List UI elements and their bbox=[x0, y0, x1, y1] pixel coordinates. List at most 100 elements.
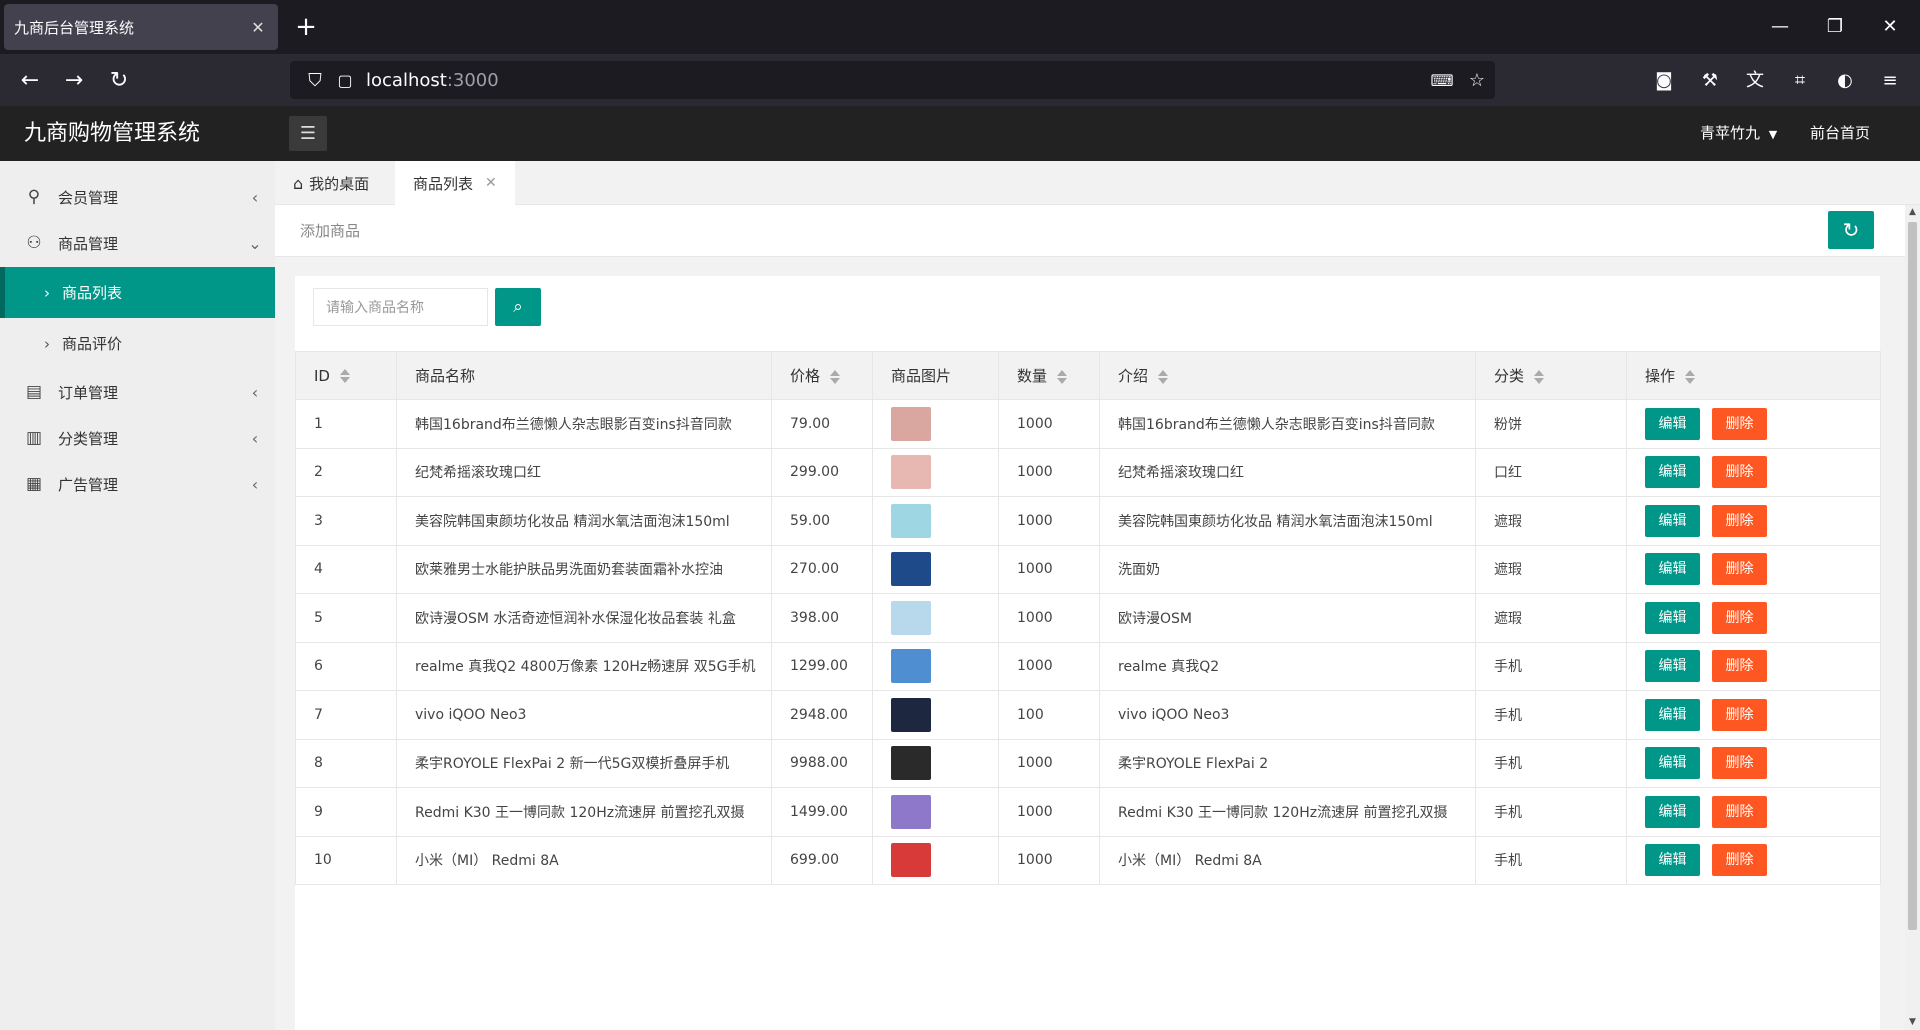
sort-icon[interactable] bbox=[1685, 369, 1696, 385]
cell-image bbox=[872, 399, 999, 449]
back-icon[interactable]: ← bbox=[13, 64, 47, 98]
edit-button[interactable]: 编辑 bbox=[1645, 795, 1700, 828]
user-icon: ⚲ bbox=[27, 187, 41, 207]
scroll-up-icon[interactable]: ▲ bbox=[1905, 205, 1920, 220]
delete-button[interactable]: 删除 bbox=[1712, 844, 1767, 877]
bookmark-star-icon[interactable]: ☆ bbox=[1462, 70, 1492, 91]
product-thumbnail[interactable] bbox=[891, 600, 931, 635]
app-menu-icon[interactable]: ≡ bbox=[1873, 64, 1907, 98]
column-header-price[interactable]: 价格 bbox=[771, 351, 873, 400]
scroll-down-icon[interactable]: ▼ bbox=[1905, 1015, 1920, 1030]
sidebar-item-orders[interactable]: ▤ 订单管理 ‹ bbox=[0, 369, 275, 415]
sidebar: ⚲ 会员管理 ‹ ⚇ 商品管理 ⌄ › 商品列表 › 商品评价 ▤ 订单管理 ‹… bbox=[0, 161, 275, 1030]
column-header-category[interactable]: 分类 bbox=[1475, 351, 1627, 400]
restore-icon[interactable]: ❐ bbox=[1815, 10, 1855, 44]
scrollbar-thumb[interactable] bbox=[1908, 222, 1917, 930]
cell-quantity: 1000 bbox=[998, 545, 1100, 594]
search-input[interactable] bbox=[313, 288, 488, 326]
delete-button[interactable]: 删除 bbox=[1712, 601, 1767, 634]
sort-icon[interactable] bbox=[830, 369, 841, 385]
cell-price: 1499.00 bbox=[771, 787, 873, 837]
wrench-icon[interactable]: ⚒ bbox=[1693, 64, 1727, 98]
cell-actions: 编辑 删除 bbox=[1626, 690, 1881, 740]
url-bar[interactable]: ⛉ ▢ localhost:3000 ⌨ ☆ bbox=[290, 61, 1495, 99]
edit-button[interactable]: 编辑 bbox=[1645, 456, 1700, 489]
sort-icon[interactable] bbox=[339, 368, 350, 384]
product-thumbnail[interactable] bbox=[891, 455, 931, 490]
browser-tabbar: 九商后台管理系统 ✕ + — ❐ ✕ bbox=[0, 0, 1920, 54]
column-header-actions[interactable]: 操作 bbox=[1626, 351, 1881, 400]
delete-button[interactable]: 删除 bbox=[1712, 456, 1767, 489]
cell-intro: vivo iQOO Neo3 bbox=[1099, 690, 1476, 740]
tab-product-list[interactable]: 商品列表 ✕ bbox=[395, 161, 515, 205]
front-home-link[interactable]: 前台首页 bbox=[1810, 106, 1870, 161]
user-menu[interactable]: 青苹竹九 ▼ bbox=[1700, 106, 1777, 161]
close-icon[interactable]: ✕ bbox=[485, 175, 497, 191]
product-thumbnail[interactable] bbox=[891, 794, 931, 829]
column-header-quantity[interactable]: 数量 bbox=[998, 351, 1100, 400]
page-scrollbar[interactable]: ▲ ▼ bbox=[1905, 205, 1920, 1030]
column-header-label: 商品名称 bbox=[415, 367, 476, 385]
new-tab-button[interactable]: + bbox=[292, 10, 320, 44]
column-header-id[interactable]: ID bbox=[295, 351, 397, 400]
edit-button[interactable]: 编辑 bbox=[1645, 698, 1700, 731]
shield-icon[interactable]: ⛉ bbox=[300, 70, 330, 91]
delete-button[interactable]: 删除 bbox=[1712, 650, 1767, 683]
column-header-intro[interactable]: 介绍 bbox=[1099, 351, 1476, 400]
sidebar-item-categories[interactable]: ▥ 分类管理 ‹ bbox=[0, 415, 275, 461]
delete-button[interactable]: 删除 bbox=[1712, 747, 1767, 780]
edit-button[interactable]: 编辑 bbox=[1645, 747, 1700, 780]
delete-button[interactable]: 删除 bbox=[1712, 698, 1767, 731]
sidebar-subitem-product-list[interactable]: › 商品列表 bbox=[0, 267, 275, 318]
edit-button[interactable]: 编辑 bbox=[1645, 553, 1700, 586]
delete-button[interactable]: 删除 bbox=[1712, 553, 1767, 586]
search-button[interactable]: ⌕ bbox=[495, 288, 541, 326]
tab-my-desktop[interactable]: ⌂ 我的桌面 bbox=[275, 161, 387, 205]
product-thumbnail[interactable] bbox=[891, 746, 931, 781]
cell-category: 手机 bbox=[1475, 690, 1627, 740]
pocket-icon[interactable]: ◙ bbox=[1647, 64, 1681, 98]
cell-category: 手机 bbox=[1475, 836, 1627, 885]
sidebar-item-ads[interactable]: ▦ 广告管理 ‹ bbox=[0, 461, 275, 507]
delete-button[interactable]: 删除 bbox=[1712, 504, 1767, 537]
refresh-button[interactable]: ↻ bbox=[1828, 211, 1874, 249]
edit-button[interactable]: 编辑 bbox=[1645, 650, 1700, 683]
delete-button[interactable]: 删除 bbox=[1712, 407, 1767, 440]
reload-icon[interactable]: ↻ bbox=[102, 64, 136, 98]
sidebar-subitem-product-reviews[interactable]: › 商品评价 bbox=[0, 318, 275, 369]
translate-icon[interactable]: ⌨ bbox=[1427, 71, 1457, 90]
product-thumbnail[interactable] bbox=[891, 697, 931, 732]
product-thumbnail[interactable] bbox=[891, 503, 931, 538]
edit-button[interactable]: 编辑 bbox=[1645, 504, 1700, 537]
forward-icon[interactable]: → bbox=[57, 64, 91, 98]
chevron-left-icon: ‹ bbox=[251, 474, 259, 494]
content-toolbar: 添加商品 ↻ bbox=[275, 205, 1905, 257]
browser-tab[interactable]: 九商后台管理系统 ✕ bbox=[4, 4, 278, 50]
sort-icon[interactable] bbox=[1158, 369, 1169, 385]
product-thumbnail[interactable] bbox=[891, 843, 931, 878]
translate-extension-icon[interactable]: 文 bbox=[1738, 64, 1772, 98]
product-thumbnail[interactable] bbox=[891, 649, 931, 684]
minimize-icon[interactable]: — bbox=[1760, 10, 1800, 44]
page-icon[interactable]: ▢ bbox=[330, 71, 360, 90]
close-tab-icon[interactable]: ✕ bbox=[248, 18, 268, 37]
sort-icon[interactable] bbox=[1057, 369, 1068, 385]
delete-button[interactable]: 删除 bbox=[1712, 795, 1767, 828]
sidebar-item-products[interactable]: ⚇ 商品管理 ⌄ bbox=[0, 220, 275, 266]
extension-icon[interactable]: ◐ bbox=[1828, 64, 1862, 98]
crop-icon[interactable]: ⌗ bbox=[1783, 64, 1817, 98]
add-product-link[interactable]: 添加商品 bbox=[300, 205, 360, 257]
sidebar-item-members[interactable]: ⚲ 会员管理 ‹ bbox=[0, 174, 275, 220]
sort-icon[interactable] bbox=[1534, 369, 1545, 385]
product-thumbnail[interactable] bbox=[891, 552, 931, 587]
sidebar-item-label: 订单管理 bbox=[58, 383, 119, 402]
edit-button[interactable]: 编辑 bbox=[1645, 407, 1700, 440]
column-header-label: 分类 bbox=[1494, 367, 1525, 385]
menu-toggle-icon[interactable]: ☰ bbox=[289, 116, 327, 151]
edit-button[interactable]: 编辑 bbox=[1645, 844, 1700, 877]
cell-id: 1 bbox=[295, 399, 397, 449]
product-thumbnail[interactable] bbox=[891, 406, 931, 441]
cell-id: 3 bbox=[295, 496, 397, 546]
close-window-icon[interactable]: ✕ bbox=[1870, 10, 1910, 44]
edit-button[interactable]: 编辑 bbox=[1645, 601, 1700, 634]
